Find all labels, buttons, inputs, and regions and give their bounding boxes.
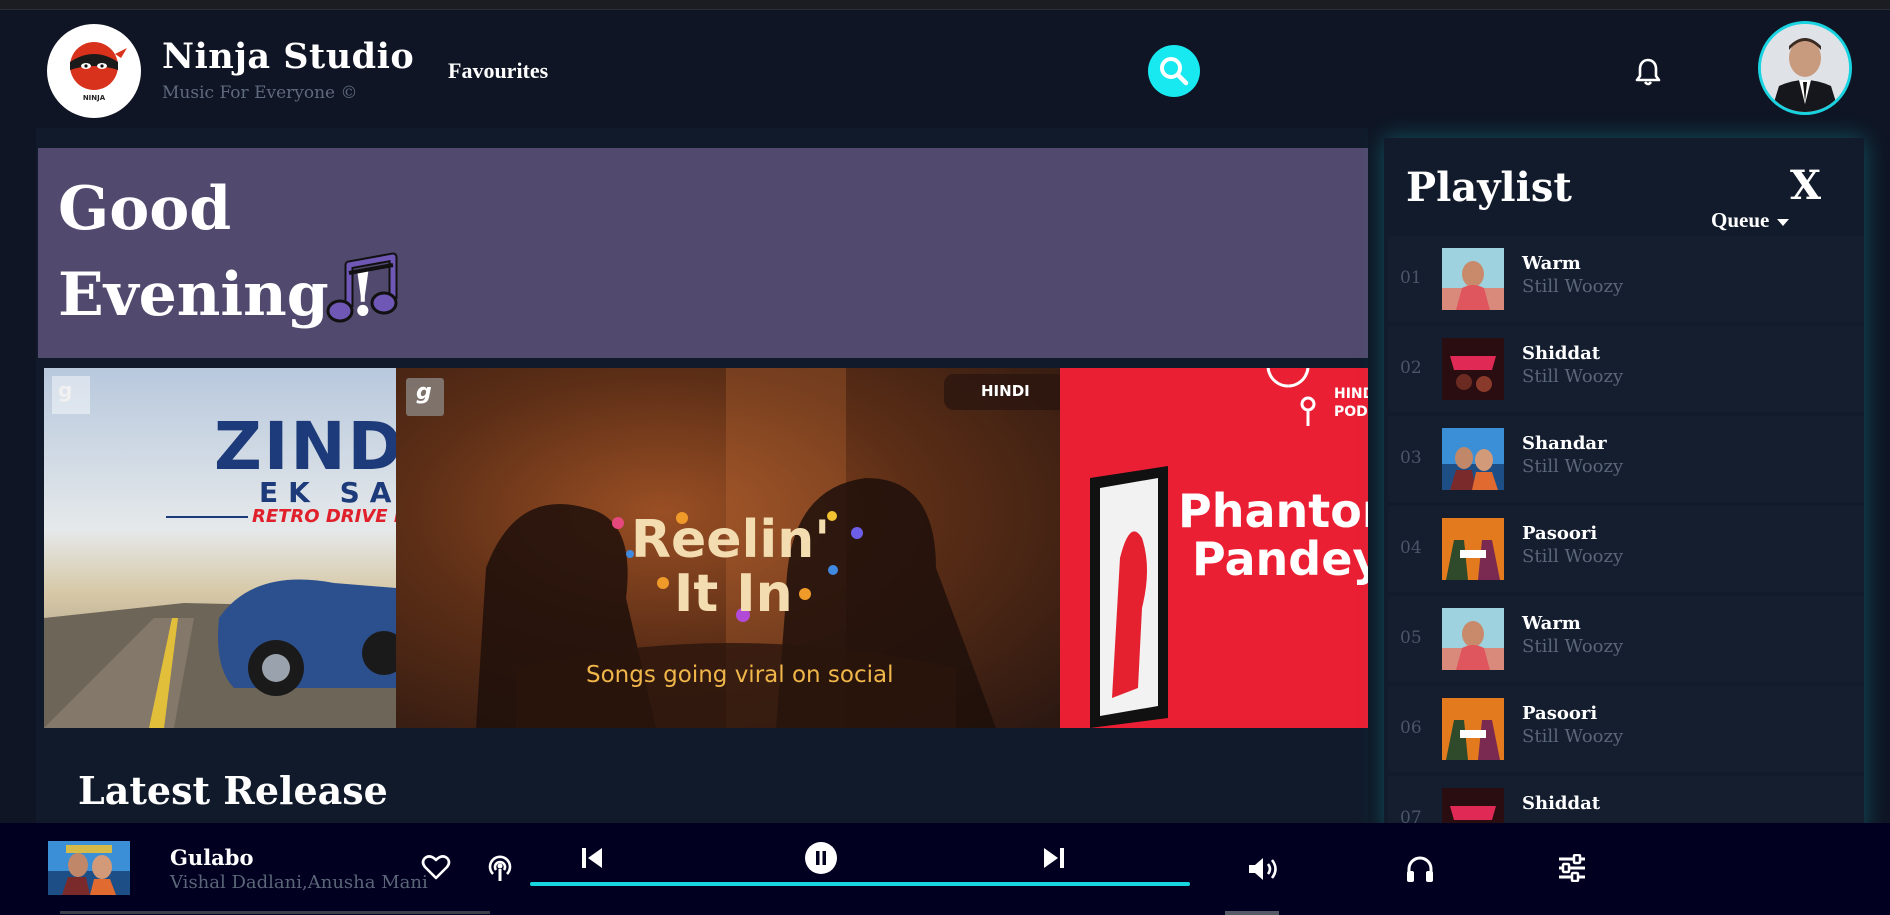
- playlist-item[interactable]: 01 Warm Still Woozy: [1388, 236, 1864, 322]
- now-playing-title: Gulabo: [170, 845, 254, 870]
- queue-dropdown[interactable]: Queue: [1711, 208, 1791, 233]
- track-cover: [1442, 428, 1504, 490]
- greeting-banner: Good Evening !: [38, 148, 1368, 358]
- now-playing-artist: Vishal Dadlani,Anusha Mani: [170, 872, 428, 893]
- track-name: Warm: [1522, 253, 1581, 274]
- header: NINJA Ninja Studio Music For Everyone © …: [0, 10, 1890, 118]
- track-number: 06: [1400, 718, 1422, 738]
- banner-badge-g: g: [58, 378, 73, 402]
- track-number: 05: [1400, 628, 1422, 648]
- track-cover: [1442, 248, 1504, 310]
- latest-release-heading: Latest Release: [78, 768, 388, 813]
- track-name: Pasoori: [1522, 703, 1598, 724]
- brand-subtitle: Music For Everyone ©: [162, 83, 358, 103]
- track-artist: Still Woozy: [1522, 456, 1624, 477]
- now-playing-cover[interactable]: [48, 841, 130, 895]
- track-cover: [1442, 608, 1504, 670]
- playlist-close-button[interactable]: X: [1790, 162, 1821, 209]
- scroll-thumb[interactable]: [1225, 911, 1279, 915]
- banner-subtitle: EK SA: [259, 476, 396, 509]
- ninja-logo-icon: NINJA: [70, 42, 127, 102]
- banner-badge-g: g: [416, 380, 432, 405]
- track-number: 01: [1400, 268, 1422, 288]
- brand-title: Ninja Studio: [162, 36, 415, 77]
- track-name: Pasoori: [1522, 523, 1598, 544]
- playlist-item[interactable]: 05 Warm Still Woozy: [1388, 596, 1864, 682]
- banner-zindagi[interactable]: g ZIND EK SA RETRO DRIVE I: [44, 368, 396, 728]
- banner-reelin-it-in[interactable]: g HINDI Reelin' It In Songs going viral …: [396, 368, 1060, 728]
- progress-bar[interactable]: [530, 882, 1190, 886]
- bell-icon[interactable]: [1632, 56, 1664, 88]
- banner-tag-hindi: HINDI: [1334, 386, 1368, 402]
- track-name: Shiddat: [1522, 343, 1601, 364]
- track-cover: [1442, 338, 1504, 400]
- track-artist: Still Woozy: [1522, 276, 1624, 297]
- podcast-icon[interactable]: [485, 853, 515, 883]
- heart-icon[interactable]: [421, 853, 451, 881]
- next-icon[interactable]: [1043, 846, 1065, 870]
- banner-title-1: Phantom: [1178, 484, 1368, 538]
- search-button[interactable]: [1148, 45, 1200, 97]
- now-playing-art: [48, 841, 130, 895]
- track-artist: Still Woozy: [1522, 636, 1624, 657]
- logo[interactable]: NINJA: [47, 24, 141, 118]
- logo-text: NINJA: [83, 94, 106, 102]
- track-name: Shandar: [1522, 433, 1607, 454]
- banner-title-1: Reelin': [631, 510, 831, 570]
- progress-fill: [530, 882, 1190, 886]
- banner-phantom-pandey[interactable]: HINDI PODC Phantom Pandey: [1060, 368, 1368, 728]
- playlist-panel: Playlist X Queue 01 Warm Still Woozy 02 …: [1384, 138, 1864, 835]
- headphones-icon[interactable]: [1405, 855, 1435, 883]
- scroll-indicator: [60, 911, 490, 914]
- player-bar: Gulabo Vishal Dadlani,Anusha Mani: [0, 823, 1890, 915]
- previous-icon[interactable]: [581, 846, 603, 870]
- playlist-item[interactable]: 06 Pasoori Still Woozy: [1388, 686, 1864, 772]
- nav-favourites-link[interactable]: Favourites: [448, 58, 548, 84]
- track-number: 03: [1400, 448, 1422, 468]
- banner-title-2: It In: [674, 564, 793, 624]
- greeting-line-1: Good: [58, 174, 232, 244]
- banner-stripe: [166, 516, 248, 518]
- app-root: NINJA Ninja Studio Music For Everyone © …: [0, 10, 1890, 835]
- banner-tag-podcast: PODC: [1334, 404, 1368, 420]
- pause-icon[interactable]: [805, 842, 837, 874]
- track-name: Warm: [1522, 613, 1581, 634]
- track-cover: [1442, 518, 1504, 580]
- track-name: Shiddat: [1522, 793, 1601, 814]
- volume-icon[interactable]: [1247, 855, 1283, 883]
- track-cover: [1442, 698, 1504, 760]
- search-icon: [1160, 57, 1189, 86]
- banner-subtitle: Songs going viral on social: [586, 662, 894, 688]
- playlist-title: Playlist: [1406, 164, 1572, 211]
- playlist-item[interactable]: 04 Pasoori Still Woozy: [1388, 506, 1864, 592]
- window-top-strip: [0, 0, 1890, 10]
- track-number: 04: [1400, 538, 1422, 558]
- playlist-item[interactable]: 02 Shiddat Still Woozy: [1388, 326, 1864, 412]
- user-avatar-icon: [1761, 24, 1849, 112]
- track-artist: Still Woozy: [1522, 366, 1624, 387]
- banner-title: ZIND: [214, 408, 396, 485]
- queue-label: Queue: [1711, 208, 1770, 232]
- music-note-icon: [326, 252, 398, 323]
- avatar[interactable]: [1758, 21, 1852, 115]
- caret-down-icon: [1776, 219, 1789, 227]
- banner-tag: RETRO DRIVE I: [252, 506, 396, 527]
- banner-title-2: Pandey: [1192, 532, 1368, 586]
- playlist-item[interactable]: 03 Shandar Still Woozy: [1388, 416, 1864, 502]
- equalizer-icon[interactable]: [1557, 854, 1587, 882]
- banner-tag-hindi: HINDI: [981, 382, 1030, 400]
- track-artist: Still Woozy: [1522, 546, 1624, 567]
- track-number: 02: [1400, 358, 1422, 378]
- track-artist: Still Woozy: [1522, 726, 1624, 747]
